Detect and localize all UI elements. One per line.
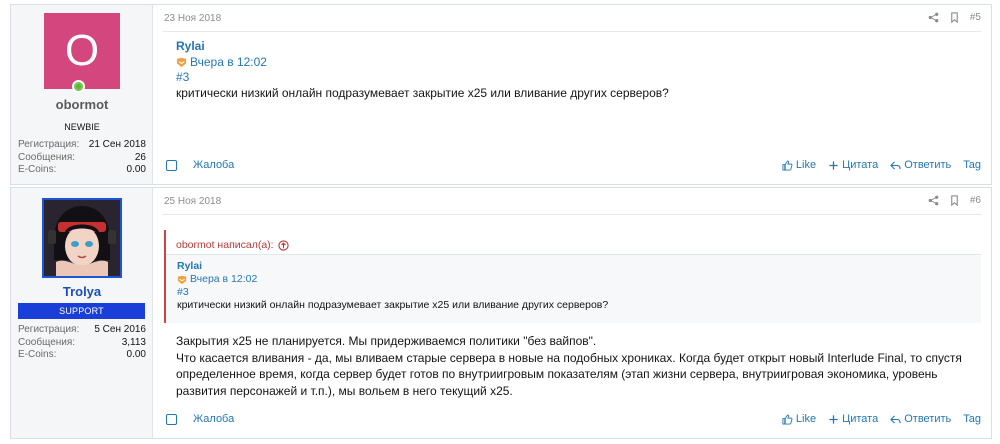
arrow-up-circle-icon[interactable]: [277, 239, 289, 251]
quoted-author[interactable]: Rylai: [177, 260, 981, 273]
user-stats: Регистрация: 21 Сен 2018 Сообщения: 26 E-C…: [18, 139, 146, 177]
thumbs-up-icon: [782, 159, 793, 171]
avatar-letter: O: [64, 26, 100, 75]
time-line: Вчера в 12:02: [176, 55, 979, 71]
reply-button[interactable]: Ответить: [890, 413, 951, 425]
tag-label: Tag: [963, 159, 981, 171]
header-divider: [163, 31, 981, 32]
stat-value: 0.00: [126, 349, 146, 360]
post-text: Закрытия х25 не планируется. Мы придержи…: [176, 333, 979, 399]
quote-label: Цитата: [842, 413, 879, 425]
user-stats: Регистрация: 5 Сен 2016 Сообщения: 3,113 E…: [18, 324, 146, 362]
user-title: NEWBIE: [64, 122, 100, 132]
reply-line: определенное время, когда сервер будет г…: [176, 367, 938, 381]
reply-label: Ответить: [904, 159, 952, 171]
stat-messages: Сообщения: 3,113: [18, 337, 146, 350]
stat-value: 5 Сен 2016: [94, 324, 146, 335]
select-checkbox[interactable]: [166, 413, 177, 425]
badge-icon: [177, 275, 187, 284]
avatar-image: [44, 200, 120, 276]
bookmark-icon[interactable]: [949, 195, 960, 206]
like-label: Like: [795, 159, 817, 171]
quote-text: критически низкий онлайн подразумевает з…: [177, 299, 609, 311]
stat-value: 3,113: [121, 336, 146, 348]
post-date[interactable]: 25 Ноя 2018: [164, 196, 221, 207]
plus-icon: [829, 414, 838, 424]
stat-label: E-Coins:: [18, 164, 57, 175]
time-line: Вчера в 12:02: [177, 273, 981, 286]
post-main: 23 Ноя 2018 #5 Rylai Вчера в 12:02 #3 кр…: [153, 5, 991, 184]
stat-label: Сообщения:: [18, 336, 76, 348]
stat-label: E-Coins:: [18, 349, 57, 360]
post-number[interactable]: #5: [970, 12, 981, 23]
badge-icon: [176, 57, 187, 67]
username[interactable]: obormot: [11, 97, 153, 112]
post-header-actions: #6: [928, 195, 981, 206]
stat-value: 26: [134, 151, 146, 163]
user-panel: Trolya SUPPORT Регистрация: 5 Сен 2016 Со…: [11, 188, 153, 438]
quote-button[interactable]: Цитата: [828, 413, 878, 425]
stat-registration: Регистрация: 5 Сен 2016: [18, 324, 146, 337]
share-icon[interactable]: [928, 12, 939, 23]
quote-button[interactable]: Цитата: [828, 159, 878, 171]
like-button[interactable]: Like: [782, 159, 816, 171]
stat-label: Сообщения:: [18, 151, 76, 163]
stat-label: Регистрация:: [18, 324, 80, 335]
post-actions: Жалоба Like Цитата Ответить Tag: [163, 411, 981, 427]
like-label: Like: [795, 413, 817, 425]
stat-value: 21 Сен 2018: [88, 139, 146, 150]
reply-label: Ответить: [904, 413, 952, 425]
quote-block: obormot написал(а): Rylai Вчера в 12:02 …: [164, 230, 981, 323]
select-checkbox[interactable]: [166, 159, 177, 171]
quote-header-text: obormot написал(а):: [176, 239, 274, 251]
thumbs-up-icon: [782, 413, 793, 425]
stat-ecoins: E-Coins: 0.00: [18, 164, 146, 177]
post-number[interactable]: #6: [970, 195, 981, 206]
tag-button[interactable]: Tag: [963, 413, 981, 425]
reply-icon: [890, 414, 901, 424]
quoted-author[interactable]: Rylai: [176, 39, 979, 55]
post-main: 25 Ноя 2018 #6 obormot написал(а): Rylai…: [153, 188, 991, 438]
stat-label: Регистрация:: [18, 139, 80, 150]
stat-messages: Сообщения: 26: [18, 152, 146, 165]
stat-value: 0.00: [126, 164, 146, 175]
hash-link[interactable]: #3: [176, 70, 979, 86]
share-icon[interactable]: [928, 195, 939, 206]
post-actions: Жалоба Like Цитата Ответить Tag: [163, 157, 981, 173]
tag-label: Tag: [963, 413, 981, 425]
bookmark-icon[interactable]: [949, 12, 960, 23]
reply-icon: [890, 160, 901, 170]
report-link[interactable]: Жалоба: [193, 159, 234, 171]
user-panel: O obormot NEWBIE Регистрация: 21 Сен 2018…: [11, 5, 153, 184]
reply-line: Закрытия х25 не планируется. Мы придержи…: [176, 334, 597, 348]
post-header-actions: #5: [928, 12, 981, 23]
online-status-icon: [72, 80, 85, 93]
avatar[interactable]: O: [44, 13, 120, 89]
post-text: критически низкий онлайн подразумевает з…: [176, 85, 669, 100]
post-time[interactable]: Вчера в 12:02: [190, 55, 267, 71]
quote-label: Цитата: [842, 159, 879, 171]
reply-line: Что касается вливания - да, мы вливаем с…: [176, 350, 962, 365]
reply-line: развития персонажей и т.п.), мы вольем в…: [176, 383, 513, 398]
report-link[interactable]: Жалоба: [193, 413, 234, 425]
user-title-badge: SUPPORT: [18, 303, 145, 319]
quote-body: Rylai Вчера в 12:02 #3 критически низкий…: [166, 255, 981, 312]
stat-registration: Регистрация: 21 Сен 2018: [18, 139, 146, 152]
hash-link[interactable]: #3: [177, 286, 981, 299]
quote-time[interactable]: Вчера в 12:02: [190, 273, 257, 286]
post-date[interactable]: 23 Ноя 2018: [164, 13, 221, 24]
username[interactable]: Trolya: [11, 284, 153, 299]
quote-header[interactable]: obormot написал(а):: [166, 230, 981, 255]
like-button[interactable]: Like: [782, 413, 816, 425]
plus-icon: [829, 160, 838, 170]
post-content: Rylai Вчера в 12:02 #3 критически низкий…: [176, 39, 979, 101]
post-5: O obormot NEWBIE Регистрация: 21 Сен 2018…: [10, 4, 992, 185]
reply-button[interactable]: Ответить: [890, 159, 951, 171]
tag-button[interactable]: Tag: [963, 159, 981, 171]
header-divider: [163, 214, 981, 215]
post-6: Trolya SUPPORT Регистрация: 5 Сен 2016 Со…: [10, 187, 992, 439]
avatar[interactable]: [42, 198, 122, 278]
stat-ecoins: E-Coins: 0.00: [18, 349, 146, 362]
